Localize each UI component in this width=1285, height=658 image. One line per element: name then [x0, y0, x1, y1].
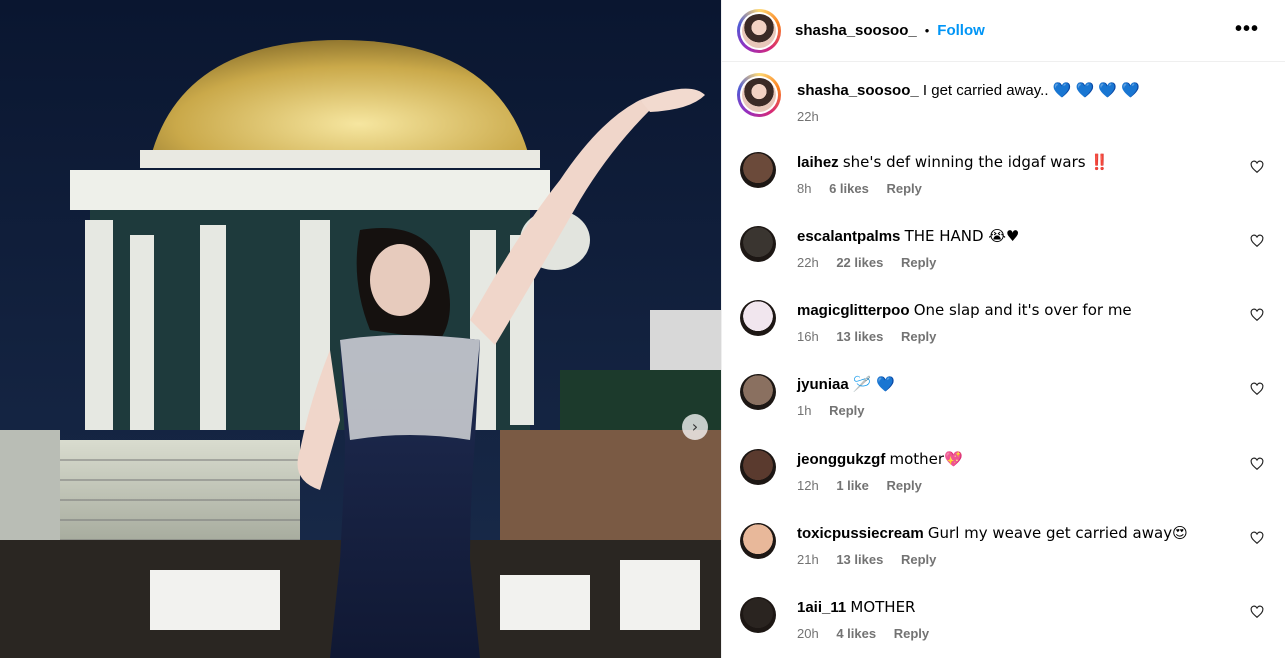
- commenter-username[interactable]: laihez: [797, 154, 839, 171]
- comment-body: magicglitterpoo One slap and it's over f…: [797, 301, 1132, 319]
- comment-likes[interactable]: 22 likes: [836, 255, 883, 270]
- commenter-username[interactable]: magicglitterpoo: [797, 302, 910, 319]
- heart-icon[interactable]: [1250, 234, 1264, 248]
- comment-item: magicglitterpoo One slap and it's over f…: [740, 300, 1270, 360]
- comment-likes[interactable]: 13 likes: [836, 329, 883, 344]
- comment-meta: 21h 13 likes Reply: [797, 552, 950, 567]
- comment-item: laihez she's def winning the idgaf wars …: [740, 152, 1270, 212]
- commenter-username[interactable]: toxicpussiecream: [797, 525, 924, 542]
- comment-likes[interactable]: 1 like: [836, 478, 869, 493]
- comment-item: jeonggukzgf mother💖 12h 1 like Reply: [740, 449, 1270, 509]
- reply-button[interactable]: Reply: [901, 552, 936, 567]
- comment-item: escalantpalms THE HAND 😭♥ 22h 22 likes R…: [740, 226, 1270, 286]
- commenter-username[interactable]: jeonggukzgf: [797, 451, 885, 468]
- commenter-avatar[interactable]: [740, 152, 776, 188]
- caption-timestamp[interactable]: 22h: [797, 109, 819, 124]
- comment-text: MOTHER: [850, 598, 916, 616]
- heart-icon[interactable]: [1250, 531, 1264, 545]
- reply-button[interactable]: Reply: [886, 181, 921, 196]
- comment-meta: 20h 4 likes Reply: [797, 626, 943, 641]
- commenter-avatar[interactable]: [740, 300, 776, 336]
- caption-author-avatar[interactable]: [737, 73, 781, 117]
- comment-body: escalantpalms THE HAND 😭♥: [797, 227, 1019, 245]
- photo-illustration: [0, 0, 721, 658]
- reply-button[interactable]: Reply: [886, 478, 921, 493]
- comment-item: 1aii_11 MOTHER 20h 4 likes Reply: [740, 597, 1270, 657]
- comment-text: 🪡 💙: [852, 375, 895, 393]
- heart-icon[interactable]: [1250, 308, 1264, 322]
- comment-item: jyuniaa 🪡 💙 1h Reply: [740, 374, 1270, 434]
- author-avatar[interactable]: [737, 8, 781, 53]
- post-header: shasha_soosoo_ • Follow •••: [722, 0, 1285, 62]
- comment-likes[interactable]: 13 likes: [836, 552, 883, 567]
- commenter-username[interactable]: jyuniaa: [797, 376, 849, 393]
- reply-button[interactable]: Reply: [901, 255, 936, 270]
- comment-text: THE HAND 😭♥: [904, 227, 1020, 245]
- heart-icon[interactable]: [1250, 605, 1264, 619]
- comment-body: jyuniaa 🪡 💙: [797, 375, 895, 393]
- chevron-right-icon: ›: [691, 417, 699, 436]
- comment-item: toxicpussiecream Gurl my weave get carri…: [740, 523, 1270, 583]
- heart-icon[interactable]: [1250, 160, 1264, 174]
- comment-text: Gurl my weave get carried away😍: [927, 524, 1188, 542]
- caption-text-row: shasha_soosoo_ I get carried away.. 💙 💙 …: [797, 81, 1140, 99]
- heart-icon[interactable]: [1250, 457, 1264, 471]
- comment-meta: 8h 6 likes Reply: [797, 181, 936, 196]
- reply-button[interactable]: Reply: [829, 403, 864, 418]
- heart-icon[interactable]: [1250, 382, 1264, 396]
- commenter-username[interactable]: 1aii_11: [797, 599, 846, 616]
- next-photo-button[interactable]: ›: [682, 414, 708, 440]
- post-photo[interactable]: ›: [0, 0, 721, 658]
- comment-timestamp[interactable]: 16h: [797, 329, 819, 344]
- comment-timestamp[interactable]: 22h: [797, 255, 819, 270]
- commenter-avatar[interactable]: [740, 374, 776, 410]
- commenter-avatar[interactable]: [740, 226, 776, 262]
- comment-timestamp[interactable]: 1h: [797, 403, 811, 418]
- caption-text: I get carried away.. 💙 💙 💙 💙: [922, 82, 1140, 99]
- comment-body: 1aii_11 MOTHER: [797, 598, 915, 616]
- more-options-icon[interactable]: •••: [1235, 18, 1259, 41]
- comment-meta: 12h 1 like Reply: [797, 478, 936, 493]
- comment-meta: 16h 13 likes Reply: [797, 329, 950, 344]
- comment-likes[interactable]: 6 likes: [829, 181, 869, 196]
- comment-timestamp[interactable]: 20h: [797, 626, 819, 641]
- commenter-avatar[interactable]: [740, 523, 776, 559]
- comment-text: One slap and it's over for me: [913, 301, 1132, 319]
- author-username[interactable]: shasha_soosoo_: [795, 22, 917, 39]
- post-detail-panel: shasha_soosoo_ • Follow ••• shasha_sooso…: [721, 0, 1285, 658]
- comment-body: toxicpussiecream Gurl my weave get carri…: [797, 524, 1188, 542]
- comment-timestamp[interactable]: 21h: [797, 552, 819, 567]
- comment-meta: 22h 22 likes Reply: [797, 255, 950, 270]
- comment-text: she's def winning the idgaf wars ‼️: [842, 153, 1110, 171]
- commenter-avatar[interactable]: [740, 449, 776, 485]
- comment-meta: 1h Reply: [797, 403, 879, 418]
- commenter-avatar[interactable]: [740, 597, 776, 633]
- comment-body: laihez she's def winning the idgaf wars …: [797, 153, 1109, 171]
- caption-username[interactable]: shasha_soosoo_: [797, 82, 919, 99]
- follow-button[interactable]: Follow: [937, 22, 985, 39]
- reply-button[interactable]: Reply: [894, 626, 929, 641]
- comment-likes[interactable]: 4 likes: [836, 626, 876, 641]
- commenter-username[interactable]: escalantpalms: [797, 228, 900, 245]
- comment-body: jeonggukzgf mother💖: [797, 450, 963, 468]
- comment-text: mother💖: [889, 450, 963, 468]
- reply-button[interactable]: Reply: [901, 329, 936, 344]
- separator-dot: •: [924, 23, 930, 38]
- comment-timestamp[interactable]: 8h: [797, 181, 811, 196]
- comment-timestamp[interactable]: 12h: [797, 478, 819, 493]
